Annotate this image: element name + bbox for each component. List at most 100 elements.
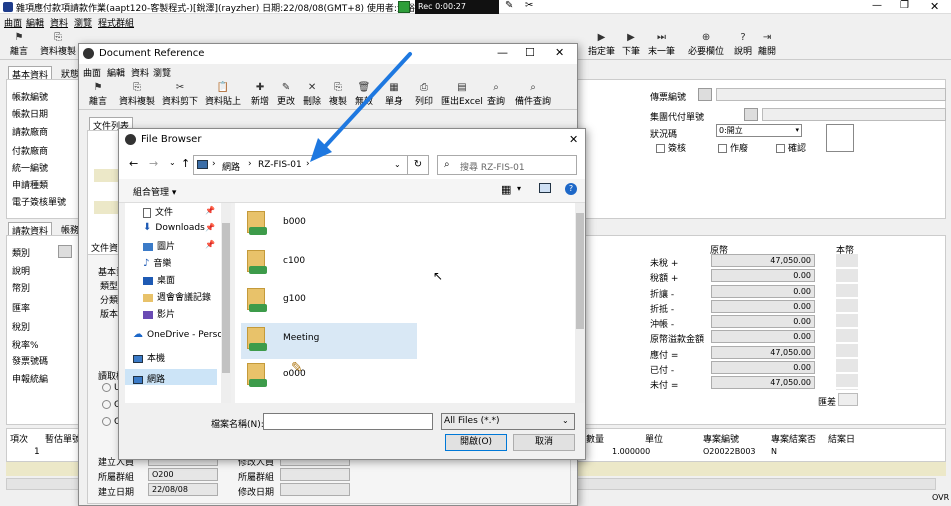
grid-cell[interactable]: 1.000000 (612, 447, 650, 456)
rec-pen-icon[interactable]: ✎ (505, 0, 513, 11)
checkbox-sign[interactable]: 簽核 (656, 141, 686, 154)
search-box[interactable]: ⌕ 搜尋 RZ-FIS-01 (437, 155, 577, 175)
tb-required-button[interactable]: ⊕ 必要欄位 (688, 32, 724, 57)
group-pay-field[interactable] (762, 108, 946, 121)
create-date-field[interactable]: 22/08/08 (148, 483, 218, 496)
menu-item[interactable]: 曲面 (4, 16, 22, 29)
checkbox-confirm[interactable]: 確認 (776, 141, 806, 154)
sidebar-item-documents[interactable]: 文件 (143, 205, 173, 218)
sidebar-item-this-pc[interactable]: 本機 (133, 351, 165, 364)
forward-arrow-icon[interactable]: → (149, 157, 158, 170)
rate-field[interactable] (838, 393, 858, 406)
open-button[interactable]: 開啟(O) (445, 434, 507, 451)
modify-date-field[interactable] (280, 483, 350, 496)
tb-last-button[interactable]: ⏭ 末一筆 (648, 32, 675, 57)
amount-value[interactable]: 47,050.00 (711, 346, 815, 359)
breadcrumb-item[interactable]: 網路 (222, 160, 240, 173)
view-dropdown-icon[interactable]: ▾ (517, 184, 521, 193)
cancel-button[interactable]: 取消 (513, 434, 575, 451)
sidebar-item-desktop[interactable]: 桌面 (143, 273, 175, 286)
menu-item[interactable]: 瀏覽 (153, 66, 171, 79)
tb-goto-button[interactable]: ▶ 指定筆 (588, 32, 615, 57)
tb-button[interactable]: ⎘ 資料複製 (119, 82, 155, 107)
history-chevron-icon[interactable]: ⌄ (169, 158, 176, 167)
amount-value[interactable]: 0.00 (711, 330, 815, 343)
help-icon[interactable]: ? (565, 183, 577, 195)
amount-value[interactable]: 0.00 (711, 361, 815, 374)
tb-button[interactable]: ▤ 匯出Excel (441, 82, 483, 107)
amount-value[interactable]: 0.00 (711, 315, 815, 328)
sidebar-item-pictures[interactable]: 圖片 (143, 239, 175, 252)
minimize-icon[interactable]: — (497, 46, 508, 59)
creator-group-field[interactable]: O200 (148, 468, 218, 481)
tb-help-button[interactable]: ? 說明 (734, 32, 752, 57)
sidebar-item-meetings[interactable]: 週會會議記錄 (143, 290, 211, 303)
sidebar-item-music[interactable]: ♪ 音樂 (143, 256, 171, 269)
tb-button[interactable]: ✂ 資料剪下 (162, 82, 198, 107)
restore-icon[interactable]: ❐ (900, 0, 909, 11)
menu-item[interactable]: 程式群組 (98, 16, 134, 29)
file-list-scrollbar[interactable] (575, 203, 585, 403)
preview-pane-icon[interactable] (539, 183, 551, 193)
file-item-meeting[interactable]: Meeting (241, 323, 417, 359)
file-item-g100[interactable]: g100 (243, 286, 413, 320)
tb-copy-button[interactable]: ⎘ 資料複製 (40, 32, 76, 57)
rec-scissors-icon[interactable]: ✂ (525, 0, 533, 11)
amount-value[interactable]: 47,050.00 (711, 254, 815, 267)
scroll-thumb[interactable] (222, 223, 230, 373)
tb-speak-button[interactable]: ⚑ 離言 (10, 32, 28, 57)
tb-button[interactable]: 📋 資料貼上 (205, 82, 241, 107)
voucher-field[interactable] (716, 88, 946, 101)
organize-button[interactable]: 組合管理 ▾ (133, 185, 176, 198)
tb-next-button[interactable]: ▶ 下筆 (622, 32, 640, 57)
tb-exit-button[interactable]: ⇥ 離開 (758, 32, 776, 57)
close-icon[interactable]: ✕ (930, 0, 939, 13)
menu-item[interactable]: 編輯 (107, 66, 125, 79)
amount-value[interactable]: 47,050.00 (711, 376, 815, 389)
menu-item[interactable]: 資料 (50, 16, 68, 29)
status-select[interactable]: 0:開立 ▾ (716, 124, 802, 137)
amount-value[interactable]: 0.00 (711, 285, 815, 298)
view-options-icon[interactable]: ▦ (501, 183, 511, 196)
sidebar-item-videos[interactable]: 影片 (143, 307, 175, 320)
menu-item[interactable]: 曲面 (83, 66, 101, 79)
filetype-select[interactable]: All Files (*.*) ⌄ (441, 413, 575, 430)
checkbox-box[interactable] (718, 144, 727, 153)
checkbox-box[interactable] (656, 144, 665, 153)
breadcrumb-item[interactable]: RZ-FIS-01 (258, 160, 302, 170)
scroll-thumb[interactable] (576, 213, 584, 329)
back-arrow-icon[interactable]: ← (129, 157, 138, 170)
file-item-c100[interactable]: c100 (243, 248, 413, 282)
sidebar-item-network[interactable]: 網路 (133, 372, 165, 385)
filename-input[interactable] (263, 413, 433, 430)
checkbox-void[interactable]: 作廢 (718, 141, 748, 154)
tb-button[interactable]: ⌕ 備件查詢 (515, 82, 551, 107)
amount-value[interactable]: 0.00 (711, 269, 815, 282)
group-pay-lookup-button[interactable] (744, 108, 758, 121)
close-icon[interactable]: ✕ (555, 46, 564, 59)
up-arrow-icon[interactable]: ↑ (181, 157, 190, 170)
grid-cell[interactable]: 1 (34, 447, 40, 457)
tb-button[interactable]: ✎ 更改 (277, 82, 295, 107)
tb-button[interactable]: ⌕ 查詢 (487, 82, 505, 107)
grid-cell[interactable]: N (771, 447, 777, 456)
close-icon[interactable]: ✕ (569, 133, 578, 146)
tb-button[interactable]: ✚ 新增 (251, 82, 269, 107)
sidebar-item-downloads[interactable]: ⬇ Downloads (143, 222, 205, 233)
category-lookup-button[interactable] (58, 245, 72, 258)
grid-cell[interactable]: O20022B003 (703, 447, 756, 456)
voucher-lookup-button[interactable] (698, 88, 712, 101)
sidebar-item-onedrive[interactable]: ☁ OneDrive - Perso (133, 329, 223, 340)
minimize-icon[interactable]: — (872, 0, 882, 11)
checkbox-box[interactable] (776, 144, 785, 153)
menu-item[interactable]: 編輯 (26, 16, 44, 29)
menu-item[interactable]: 資料 (131, 66, 149, 79)
menu-item[interactable]: 瀏覽 (74, 16, 92, 29)
file-item-o000[interactable]: o000 (243, 361, 413, 395)
sidebar-scrollbar[interactable] (221, 203, 231, 403)
file-item-b000[interactable]: b000 (243, 209, 413, 243)
tb-button[interactable]: ⚑ 離言 (89, 82, 107, 107)
modifier-group-field[interactable] (280, 468, 350, 481)
amount-value[interactable]: 0.00 (711, 300, 815, 313)
maximize-icon[interactable]: ☐ (525, 46, 535, 59)
